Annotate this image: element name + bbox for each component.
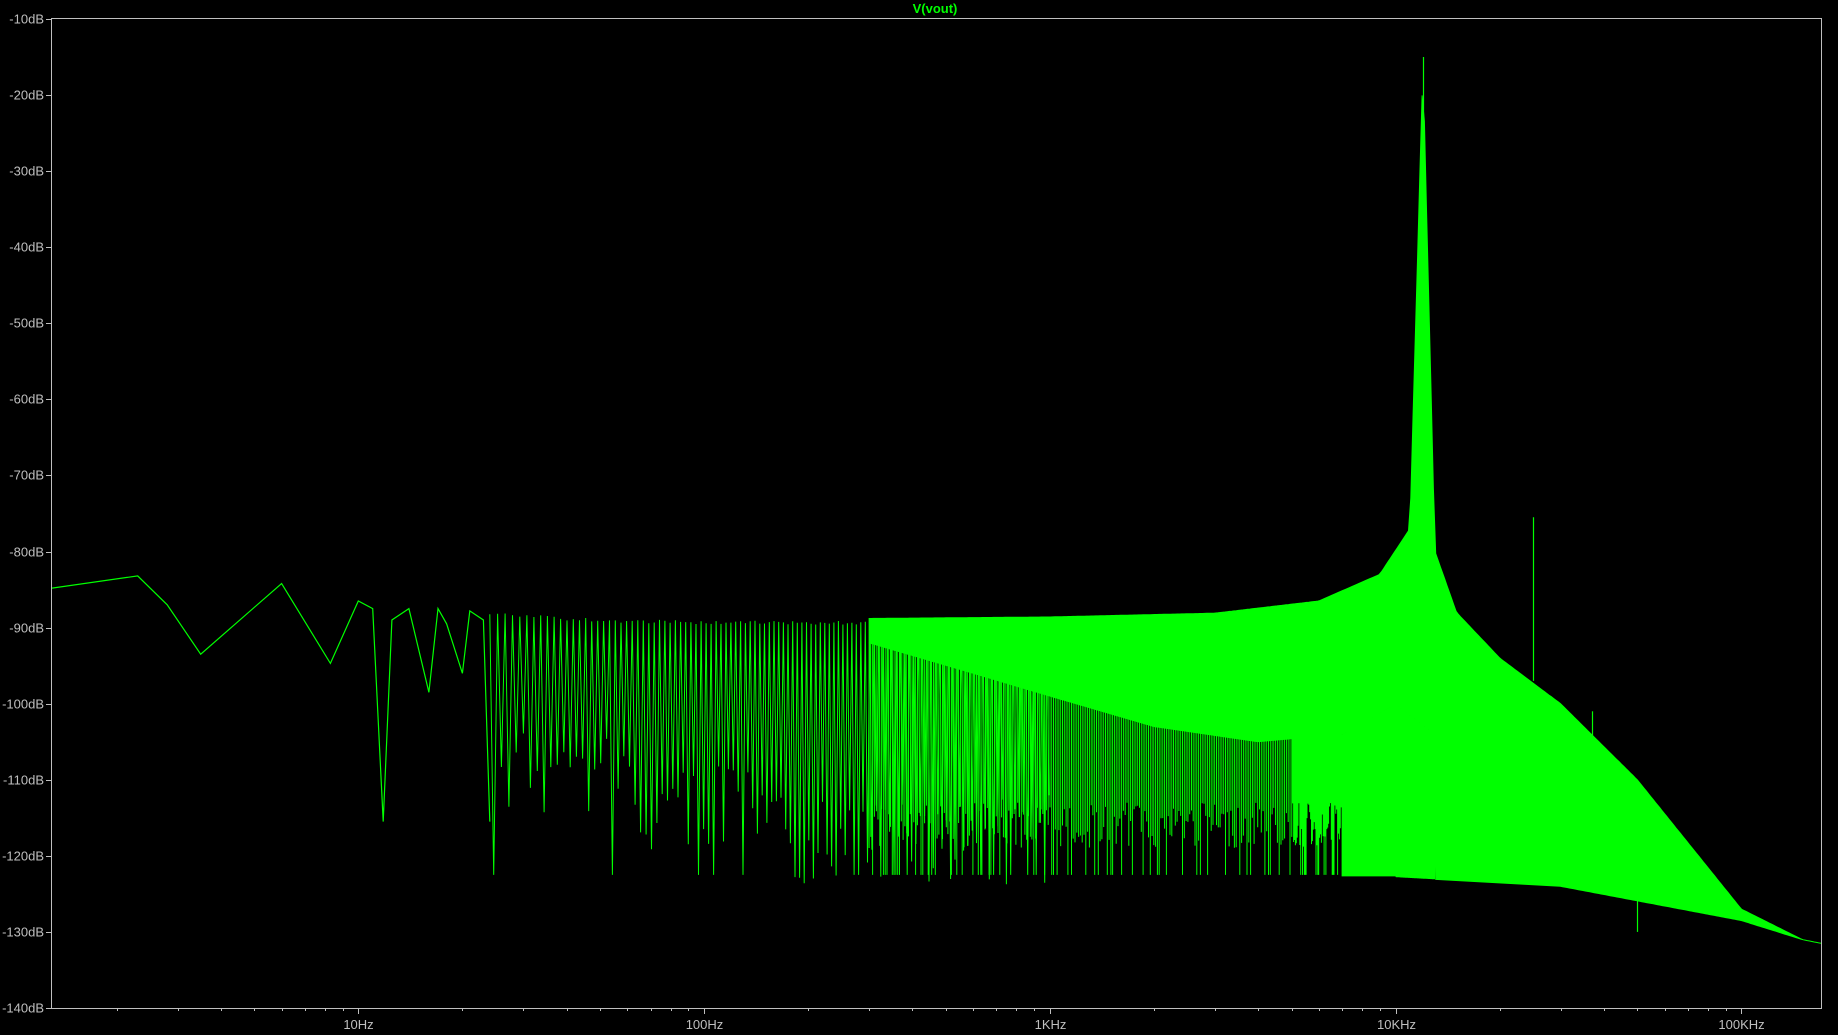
trace-floor-band <box>1395 734 1435 880</box>
y-tick-label: -20dB <box>9 88 44 103</box>
x-tick-label: 10KHz <box>1377 1017 1416 1032</box>
x-tick-label: 100KHz <box>1718 1017 1764 1032</box>
x-tick-label: 10Hz <box>343 1017 373 1032</box>
y-tick-label: -10dB <box>9 12 44 27</box>
y-tick-label: -80dB <box>9 545 44 560</box>
plot-window: V(vout) -10dB -20dB -30dB -40dB -50dB -60dB -7… <box>0 0 1838 1035</box>
x-tick-label: 100Hz <box>686 1017 724 1032</box>
y-tick-label: -110dB <box>3 773 44 788</box>
trace-low-frequency <box>52 575 491 822</box>
y-tick-label: -120dB <box>2 849 44 864</box>
y-tick-label: -60dB <box>9 392 44 407</box>
y-tick-label: -130dB <box>2 925 44 940</box>
y-tick-label: -30dB <box>9 164 44 179</box>
data-layer <box>52 57 1821 944</box>
y-tick-label: -100dB <box>2 697 44 712</box>
plot-canvas[interactable]: V(vout) -10dB -20dB -30dB -40dB -50dB -60dB -7… <box>0 0 1838 1035</box>
y-tick-label: -140dB <box>2 1001 44 1016</box>
x-tick-label: 1KHz <box>1035 1017 1067 1032</box>
y-tick-label: -70dB <box>9 468 44 483</box>
trace-title-label[interactable]: V(vout) <box>913 1 958 16</box>
y-tick-label: -40dB <box>9 240 44 255</box>
y-tick-label: -50dB <box>9 316 44 331</box>
y-tick-label: -90dB <box>9 621 44 636</box>
